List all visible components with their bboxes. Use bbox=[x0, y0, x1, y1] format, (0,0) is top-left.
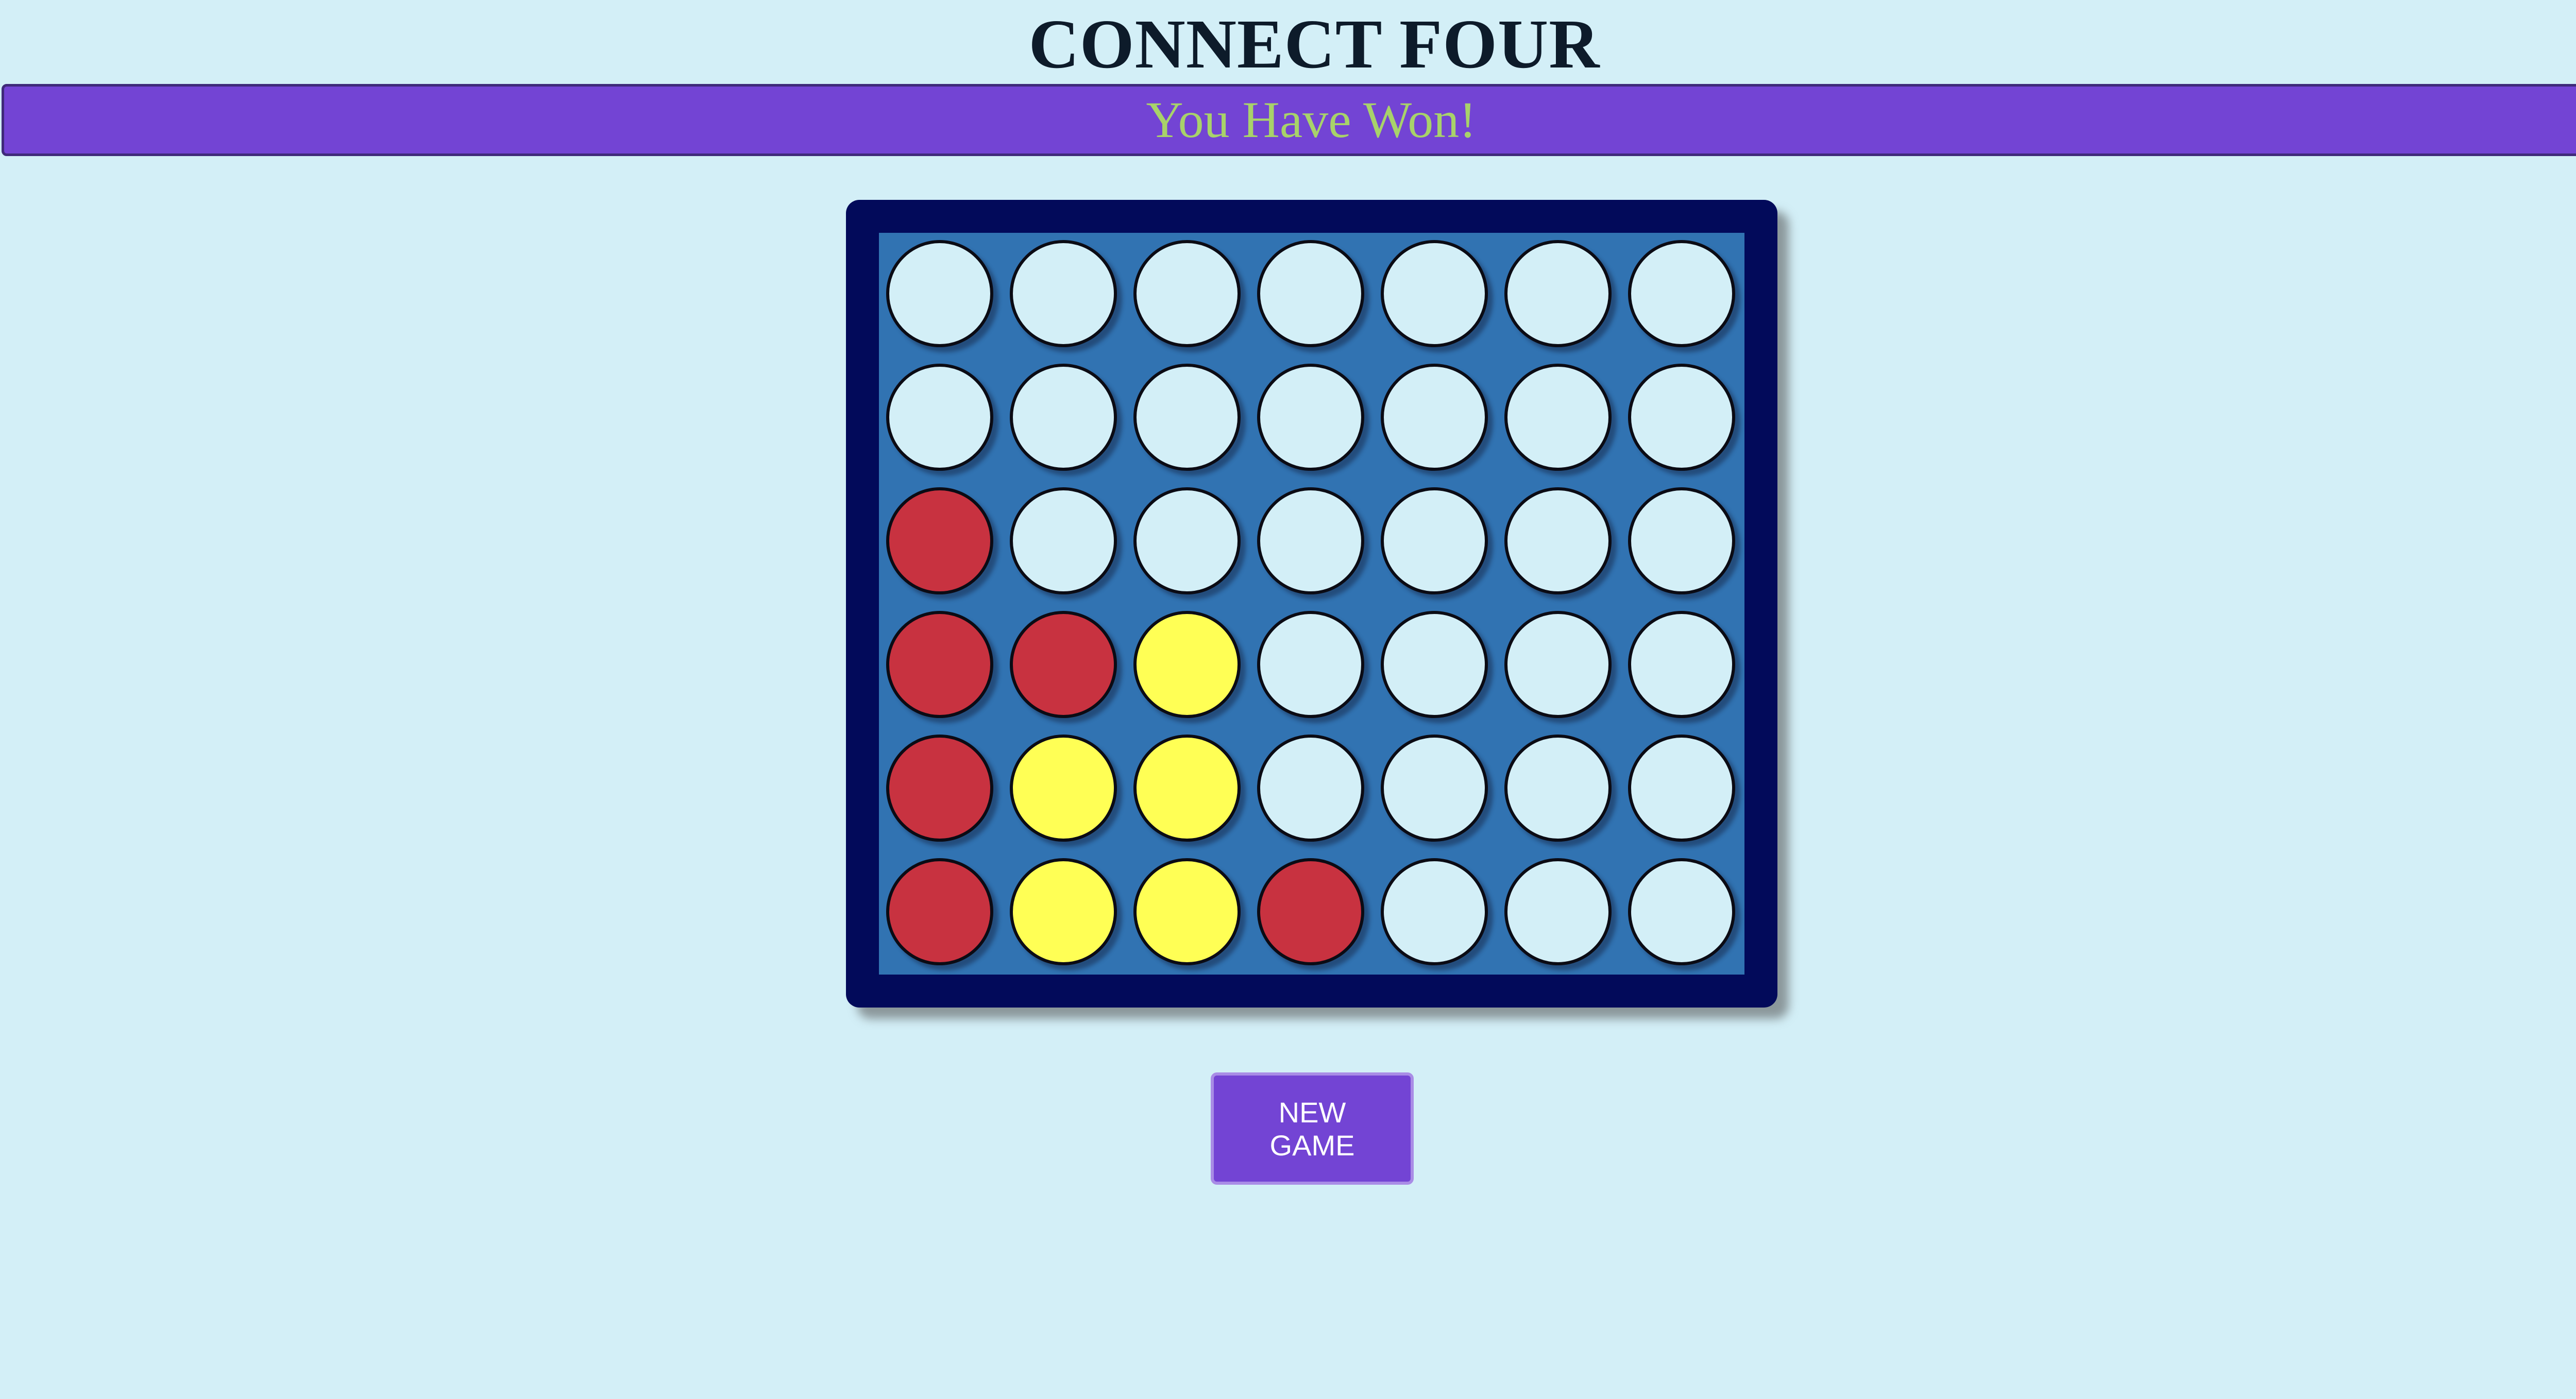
board-slot-r6-c3[interactable] bbox=[1133, 858, 1241, 965]
board-slot-r2-c1[interactable] bbox=[886, 364, 993, 471]
game-board bbox=[846, 200, 1777, 1008]
board-slot-r4-c3[interactable] bbox=[1133, 611, 1241, 718]
board-slot-r2-c5[interactable] bbox=[1381, 364, 1488, 471]
board-slot-r1-c2[interactable] bbox=[1010, 240, 1117, 347]
new-game-label-line1: NEW bbox=[1278, 1096, 1346, 1129]
board-slot-r4-c6[interactable] bbox=[1504, 611, 1612, 718]
board-slot-r3-c7[interactable] bbox=[1628, 487, 1735, 594]
board-grid bbox=[879, 233, 1744, 975]
page-title: CONNECT FOUR bbox=[1028, 6, 1600, 83]
board-slot-r1-c1[interactable] bbox=[886, 240, 993, 347]
board-slot-r6-c4[interactable] bbox=[1257, 858, 1364, 965]
board-slot-r6-c6[interactable] bbox=[1504, 858, 1612, 965]
board-slot-r2-c7[interactable] bbox=[1628, 364, 1735, 471]
new-game-button[interactable]: NEW GAME bbox=[1211, 1072, 1414, 1185]
board-slot-r4-c4[interactable] bbox=[1257, 611, 1364, 718]
board-slot-r5-c2[interactable] bbox=[1010, 735, 1117, 842]
board-slot-r5-c1[interactable] bbox=[886, 735, 993, 842]
board-slot-r1-c5[interactable] bbox=[1381, 240, 1488, 347]
board-slot-r4-c1[interactable] bbox=[886, 611, 993, 718]
board-slot-r6-c1[interactable] bbox=[886, 858, 993, 965]
board-slot-r4-c7[interactable] bbox=[1628, 611, 1735, 718]
board-slot-r5-c6[interactable] bbox=[1504, 735, 1612, 842]
game-page: CONNECT FOUR You Have Won! NEW GAME bbox=[0, 0, 2576, 1399]
board-slot-r4-c2[interactable] bbox=[1010, 611, 1117, 718]
board-slot-r1-c4[interactable] bbox=[1257, 240, 1364, 347]
board-slot-r4-c5[interactable] bbox=[1381, 611, 1488, 718]
board-slot-r2-c6[interactable] bbox=[1504, 364, 1612, 471]
board-slot-r2-c3[interactable] bbox=[1133, 364, 1241, 471]
board-slot-r1-c3[interactable] bbox=[1133, 240, 1241, 347]
board-slot-r3-c2[interactable] bbox=[1010, 487, 1117, 594]
board-slot-r5-c7[interactable] bbox=[1628, 735, 1735, 842]
status-banner: You Have Won! bbox=[2, 84, 2576, 156]
board-slot-r6-c5[interactable] bbox=[1381, 858, 1488, 965]
new-game-label-line2: GAME bbox=[1269, 1129, 1355, 1162]
status-message: You Have Won! bbox=[1146, 91, 1477, 148]
board-slot-r3-c4[interactable] bbox=[1257, 487, 1364, 594]
board-slot-r1-c6[interactable] bbox=[1504, 240, 1612, 347]
board-slot-r2-c2[interactable] bbox=[1010, 364, 1117, 471]
board-slot-r6-c7[interactable] bbox=[1628, 858, 1735, 965]
board-slot-r6-c2[interactable] bbox=[1010, 858, 1117, 965]
board-slot-r5-c4[interactable] bbox=[1257, 735, 1364, 842]
board-slot-r5-c3[interactable] bbox=[1133, 735, 1241, 842]
board-slot-r3-c6[interactable] bbox=[1504, 487, 1612, 594]
board-slot-r3-c3[interactable] bbox=[1133, 487, 1241, 594]
board-slot-r3-c5[interactable] bbox=[1381, 487, 1488, 594]
board-slot-r2-c4[interactable] bbox=[1257, 364, 1364, 471]
board-slot-r1-c7[interactable] bbox=[1628, 240, 1735, 347]
board-slot-r3-c1[interactable] bbox=[886, 487, 993, 594]
board-slot-r5-c5[interactable] bbox=[1381, 735, 1488, 842]
